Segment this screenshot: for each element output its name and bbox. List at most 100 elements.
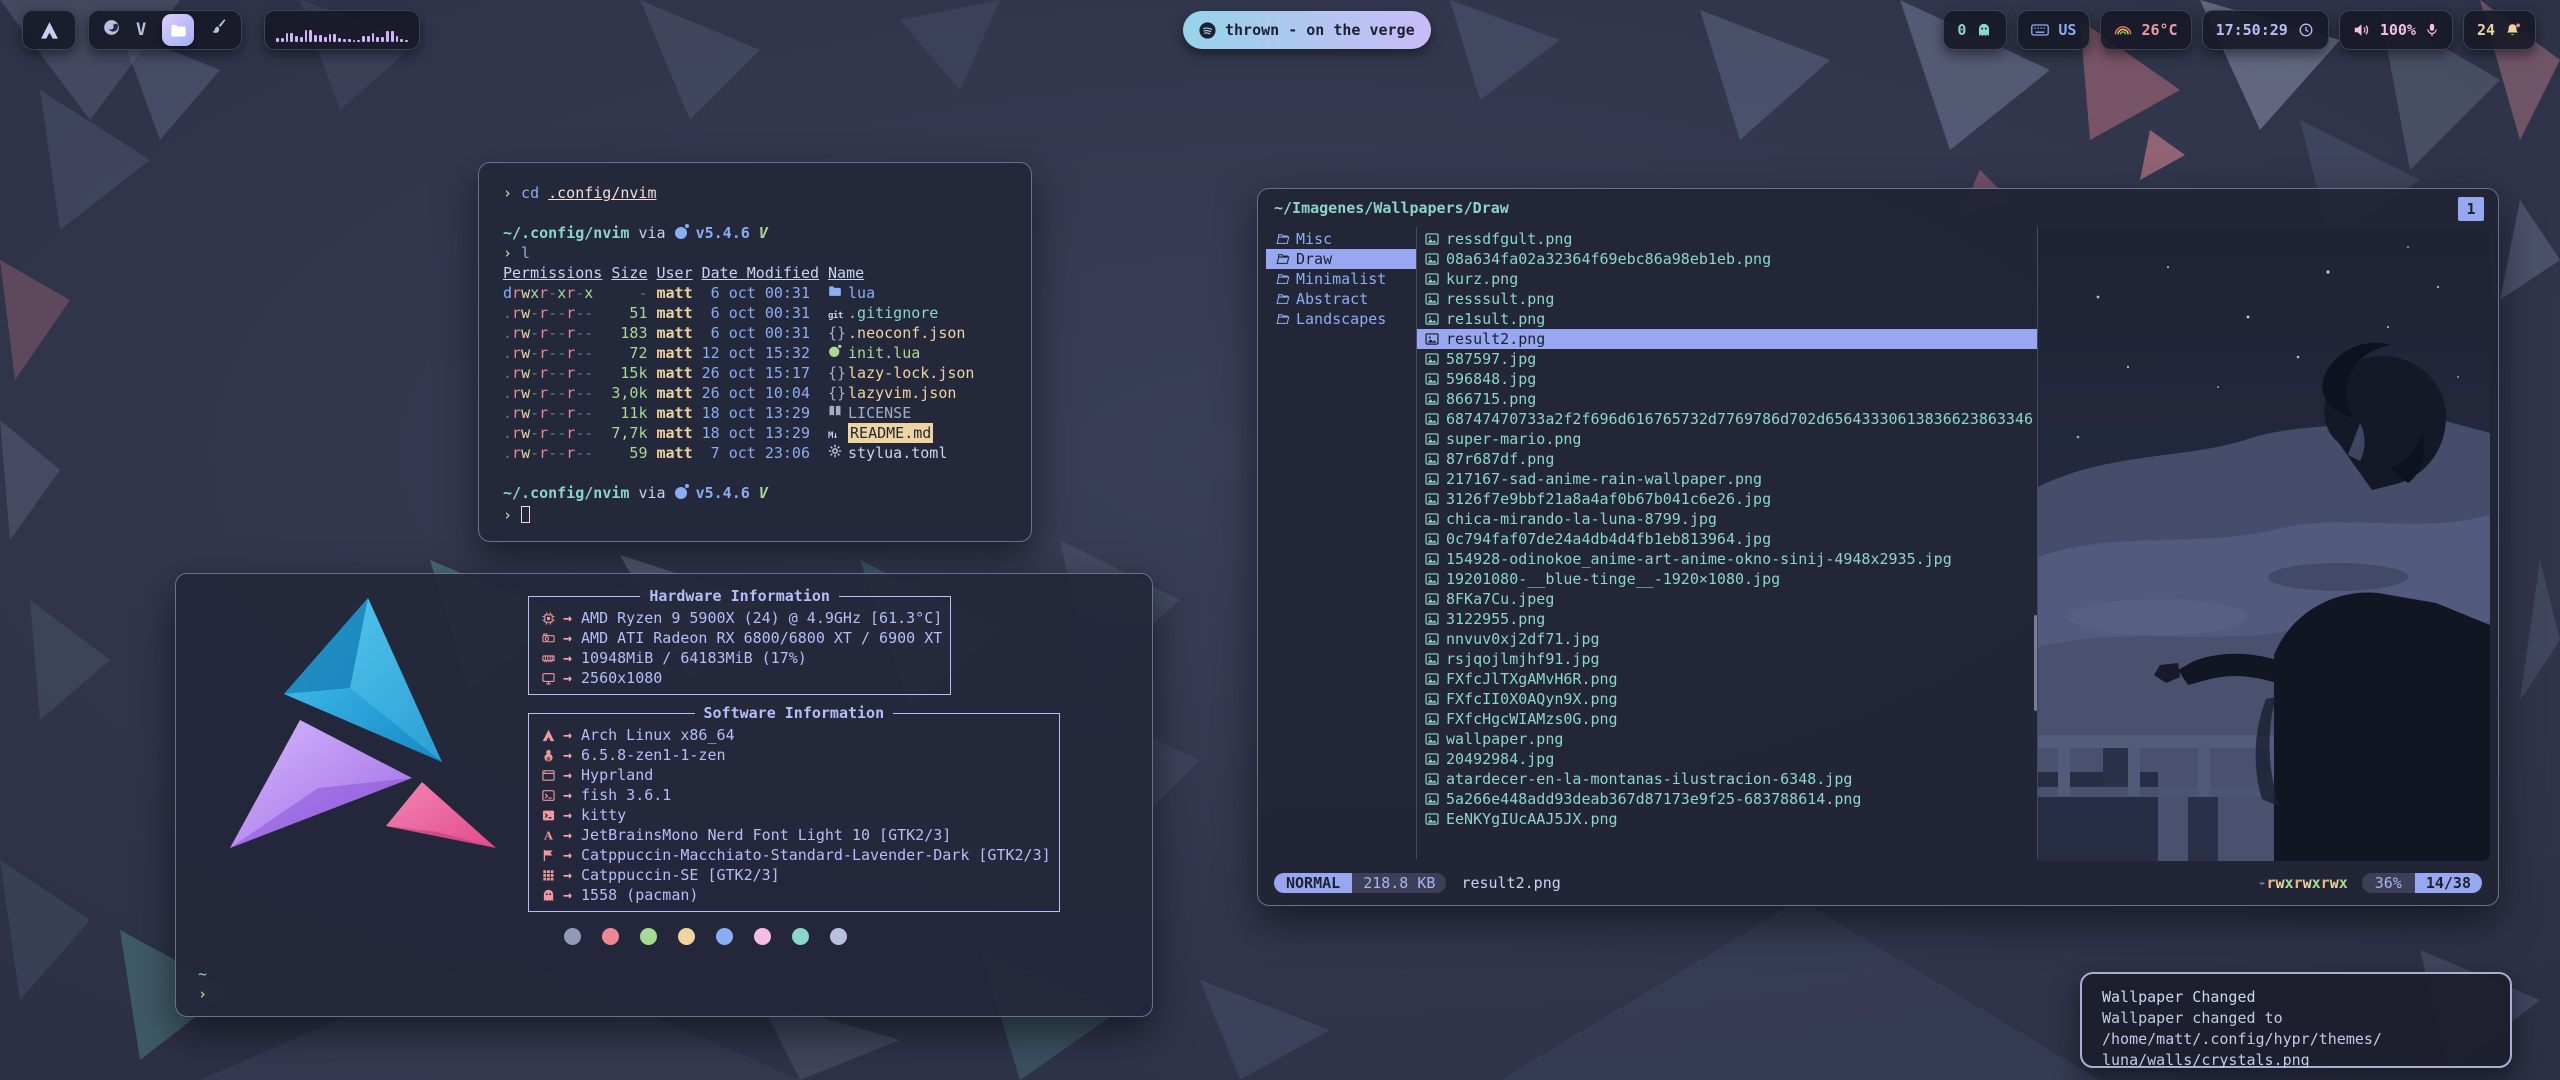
svg-text:A: A xyxy=(543,829,554,842)
palette-dot xyxy=(754,928,771,945)
sidebar-item-minimalist[interactable]: Minimalist xyxy=(1266,269,1416,289)
fetch-row: →fish 3.6.1 xyxy=(537,785,1051,805)
file-row[interactable]: 68747470733a2f2f696d616765732d7769786d70… xyxy=(1417,409,2037,429)
file-row[interactable]: 3126f7e9bbf21a8a4af0b67b041c6e26.jpg xyxy=(1417,489,2037,509)
image-file-icon xyxy=(1425,812,1439,826)
brush-icon[interactable] xyxy=(210,19,227,41)
file-row[interactable]: 20492984.jpg xyxy=(1417,749,2037,769)
file-row[interactable]: result2.png xyxy=(1417,329,2037,349)
file-row[interactable]: 3122955.png xyxy=(1417,609,2037,629)
fetch-row: A→JetBrainsMono Nerd Font Light 10 [GTK2… xyxy=(537,825,1051,845)
file-row[interactable]: re1sult.png xyxy=(1417,309,2037,329)
file-row[interactable]: 217167-sad-anime-rain-wallpaper.png xyxy=(1417,469,2037,489)
file-row[interactable]: FXfcHgcWIAMzs0G.png xyxy=(1417,709,2037,729)
visualizer-bar xyxy=(324,37,327,42)
file-row[interactable]: EeNKYgIUcAAJ5JX.png xyxy=(1417,809,2037,829)
tab-badge[interactable]: 1 xyxy=(2458,197,2484,221)
grid-icon xyxy=(537,869,559,882)
palette-dot xyxy=(792,928,809,945)
file-row[interactable]: wallpaper.png xyxy=(1417,729,2037,749)
display-icon xyxy=(537,672,559,685)
file-row[interactable]: 19201080-__blue-tinge__-1920×1080.jpg xyxy=(1417,569,2037,589)
image-file-icon xyxy=(1425,572,1439,586)
notifications-module[interactable]: 24 xyxy=(2463,10,2536,50)
file-listing: PermissionsSizeUserDate ModifiedNamedrwx… xyxy=(503,263,1007,463)
file-row[interactable]: 87r687df.png xyxy=(1417,449,2037,469)
fetch-window[interactable]: Hardware Information →AMD Ryzen 9 5900X … xyxy=(175,573,1153,1017)
file-row[interactable]: chica-mirando-la-luna-8799.jpg xyxy=(1417,509,2037,529)
file-row[interactable]: resssult.png xyxy=(1417,289,2037,309)
file-row[interactable]: kurz.png xyxy=(1417,269,2037,289)
clock-module[interactable]: 17:50:29 xyxy=(2202,10,2329,50)
file-row[interactable]: 0c794faf07de24a4db4d4fb1eb813964.jpg xyxy=(1417,529,2037,549)
image-file-icon xyxy=(1425,712,1439,726)
file-manager-window[interactable]: ~/Imagenes/Wallpapers/Draw 1 MiscDrawMin… xyxy=(1257,188,2499,906)
music-title: thrown - on the verge xyxy=(1225,21,1415,39)
updates-module[interactable]: 0 xyxy=(1943,10,2007,50)
folder-icon[interactable] xyxy=(162,14,194,46)
file-row[interactable]: 08a634fa02a32364f69ebc86a98eb1eb.png xyxy=(1417,249,2037,269)
sidebar-item-landscapes[interactable]: Landscapes xyxy=(1266,309,1416,329)
file-row[interactable]: atardecer-en-la-montanas-ilustracion-634… xyxy=(1417,769,2037,789)
visualizer-bar xyxy=(333,34,336,42)
notification-body: luna/walls/crystals.png xyxy=(2102,1050,2490,1071)
neovim-icon[interactable]: V xyxy=(136,20,146,40)
sidebar-item-abstract[interactable]: Abstract xyxy=(1266,289,1416,309)
scrollbar-thumb[interactable] xyxy=(2034,615,2037,711)
visualizer-bar xyxy=(286,33,289,42)
arch-icon xyxy=(40,21,59,40)
music-widget[interactable]: thrown - on the verge xyxy=(1183,11,1431,49)
table-row: .rw-r--r-- 59matt 7 oct 23:06stylua.toml xyxy=(503,443,1007,463)
image-file-icon xyxy=(1425,752,1439,766)
distro-logo xyxy=(200,590,500,880)
folder-sidebar: MiscDrawMinimalistAbstractLandscapes xyxy=(1266,227,1416,859)
visualizer-bar xyxy=(338,38,341,42)
file-row[interactable]: FXfcJlTXgAMvH6R.png xyxy=(1417,669,2037,689)
sidebar-item-misc[interactable]: Misc xyxy=(1266,229,1416,249)
notification-toast[interactable]: Wallpaper Changed Wallpaper changed to /… xyxy=(2080,972,2512,1068)
file-row[interactable]: 154928-odinokoe_anime-art-anime-okno-sin… xyxy=(1417,549,2037,569)
keyboard-layout-module[interactable]: US xyxy=(2017,10,2090,50)
image-file-icon xyxy=(1425,332,1439,346)
file-row[interactable]: 587597.jpg xyxy=(1417,349,2037,369)
arrow-icon: → xyxy=(563,608,572,628)
file-row[interactable]: ressdfgult.png xyxy=(1417,229,2037,249)
visualizer-bar xyxy=(376,37,379,42)
keyboard-layout-value: US xyxy=(2058,21,2076,39)
image-file-icon xyxy=(1425,732,1439,746)
list-position-badge: 14/38 xyxy=(2415,873,2482,893)
visualizer-bar xyxy=(400,39,403,42)
file-permissions: -rwxrwxrwx xyxy=(2257,874,2347,892)
visualizer-bar xyxy=(305,30,308,42)
vim-check-glyph: V xyxy=(759,223,768,243)
file-row[interactable]: FXfcII0X0AQyn9X.png xyxy=(1417,689,2037,709)
file-row[interactable]: 8FKa7Cu.jpeg xyxy=(1417,589,2037,609)
file-row[interactable]: rsjqojlmjhf91.jpg xyxy=(1417,649,2037,669)
luamoon-icon xyxy=(828,344,848,358)
braces-icon: {} xyxy=(828,383,848,403)
visualizer-bar xyxy=(357,40,360,42)
file-row[interactable]: 5a266e448add93deab367d87173e9f25-6837886… xyxy=(1417,789,2037,809)
weather-module[interactable]: 26°C xyxy=(2100,10,2191,50)
prompt-symbol: › xyxy=(503,183,512,203)
terminal-prompt-line: › xyxy=(503,503,1007,523)
terminal-window[interactable]: ›cd.config/nvim ~/.config/nvimviav5.4.6V… xyxy=(478,162,1032,542)
file-row[interactable]: nnvuv0xj2df71.jpg xyxy=(1417,629,2037,649)
launcher-button[interactable] xyxy=(22,10,76,50)
file-row[interactable]: 866715.png xyxy=(1417,389,2037,409)
image-file-icon xyxy=(1425,552,1439,566)
braces-icon: {} xyxy=(828,363,848,383)
firefox-icon[interactable] xyxy=(103,19,120,41)
status-bar: NORMAL218.8 KB result2.png -rwxrwxrwx 36… xyxy=(1274,873,2482,893)
image-file-icon xyxy=(1425,792,1439,806)
image-file-icon xyxy=(1425,452,1439,466)
file-row[interactable]: 596848.jpg xyxy=(1417,369,2037,389)
visualizer-bar xyxy=(372,33,375,42)
file-row[interactable]: super-mario.png xyxy=(1417,429,2037,449)
file-size-badge: 218.8 KB xyxy=(1352,873,1446,893)
volume-module[interactable]: 100% xyxy=(2339,10,2453,50)
software-info-title: Software Information xyxy=(695,703,894,723)
image-preview xyxy=(2038,227,2490,861)
hardware-info-title: Hardware Information xyxy=(640,586,839,606)
sidebar-item-draw[interactable]: Draw xyxy=(1266,249,1416,269)
